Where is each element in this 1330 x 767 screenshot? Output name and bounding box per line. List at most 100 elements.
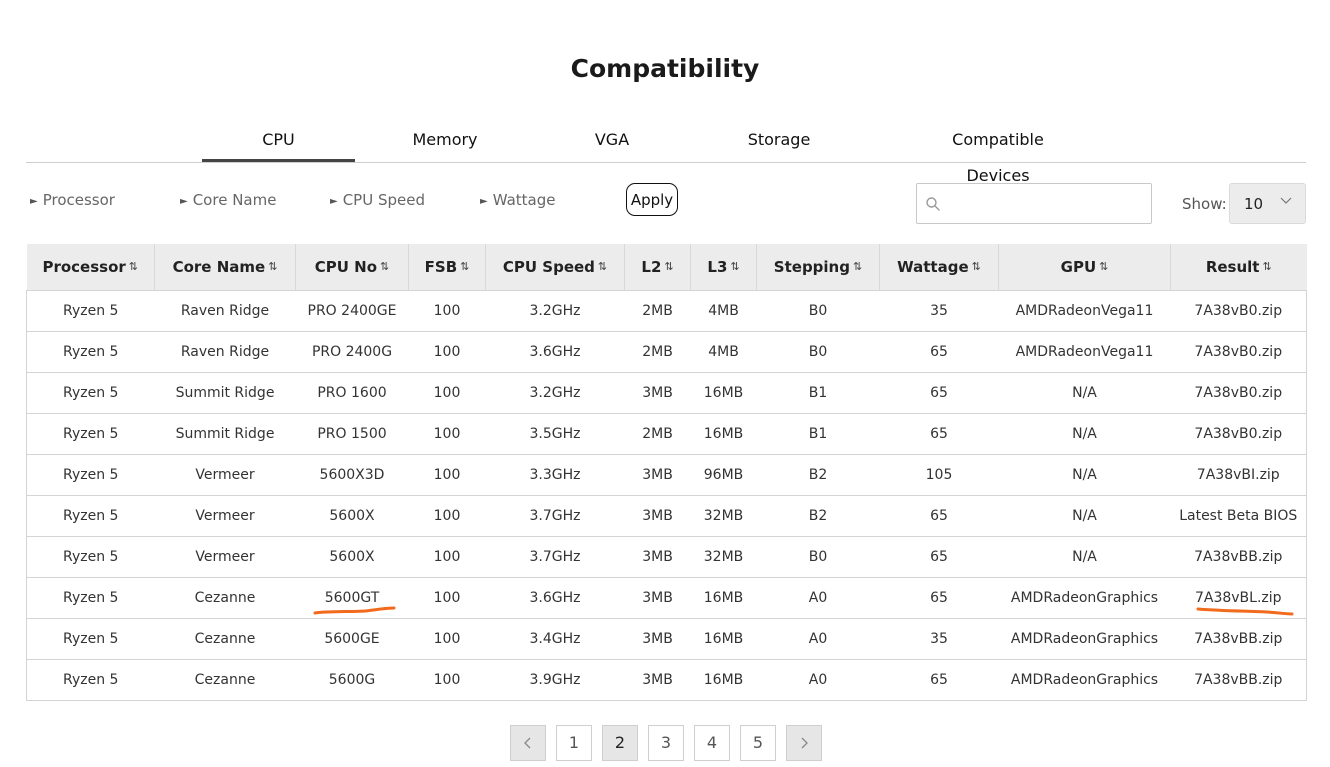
cell-l3: 4MB	[690, 331, 757, 373]
sort-icon: ⇅	[971, 259, 981, 273]
cell-cpu-no: 5600GT	[295, 577, 409, 619]
sort-icon: ⇅	[268, 259, 278, 273]
filter-core-name[interactable]: ► Core Name	[180, 191, 276, 209]
filter-cpu-speed[interactable]: ► CPU Speed	[330, 191, 425, 209]
column-header-wattage[interactable]: Wattage ⇅	[879, 244, 999, 290]
cell-stepping: A0	[756, 577, 880, 619]
page-size-value: 10	[1244, 195, 1264, 213]
page-button-2[interactable]: 2	[602, 725, 638, 761]
sort-icon: ⇅	[597, 259, 608, 273]
cell-processor: Ryzen 5	[26, 372, 155, 414]
cell-gpu: N/A	[998, 536, 1171, 578]
cell-l3: 16MB	[690, 413, 757, 455]
cell-stepping: B0	[756, 536, 880, 578]
cell-wattage: 65	[879, 536, 999, 578]
cell-l3: 16MB	[690, 577, 757, 619]
column-header-fsb[interactable]: FSB ⇅	[408, 244, 486, 290]
cell-l2: 3MB	[624, 536, 691, 578]
cell-processor: Ryzen 5	[26, 618, 155, 660]
table-row: Ryzen 5 Cezanne 5600GE 100 3.4GHz 3MB 16MB A0 35…	[26, 618, 1307, 660]
search-box	[916, 183, 1152, 224]
search-input[interactable]	[947, 184, 1147, 223]
table-row: Ryzen 5 Summit Ridge PRO 1500 100 3.5GHz 2MB 1…	[26, 413, 1307, 455]
tab-memory[interactable]: Memory	[396, 122, 494, 162]
tab-bar: CPU Memory VGA Storage Compatible Device…	[26, 122, 1306, 185]
cell-l2: 3MB	[624, 577, 691, 619]
cell-result: 7A38vB0.zip	[1170, 413, 1307, 455]
table-row: Ryzen 5 Vermeer 5600X 100 3.7GHz 3MB 32MB B2 65 N…	[26, 495, 1307, 537]
tab-compatible-devices[interactable]: Compatible Devices	[921, 122, 1075, 185]
cell-cpu-no: 5600X	[295, 536, 409, 578]
filter-processor[interactable]: ► Processor	[30, 191, 115, 209]
chevron-left-icon	[524, 737, 531, 749]
cell-l3: 4MB	[690, 289, 757, 332]
cell-stepping: B0	[756, 289, 880, 332]
page-button-5[interactable]: 5	[740, 725, 776, 761]
cell-gpu: N/A	[998, 454, 1171, 496]
page-size-select[interactable]: 10	[1229, 183, 1306, 224]
cell-processor: Ryzen 5	[26, 536, 155, 578]
column-header-processor[interactable]: Processor ⇅	[26, 244, 155, 290]
tab-vga[interactable]: VGA	[579, 122, 645, 162]
cell-cpu-no: PRO 2400GE	[295, 289, 409, 332]
cell-wattage: 65	[879, 372, 999, 414]
cell-wattage: 65	[879, 659, 999, 701]
column-header-stepping[interactable]: Stepping ⇅	[756, 244, 880, 290]
column-header-l3[interactable]: L3 ⇅	[690, 244, 757, 290]
column-header-cpu-speed[interactable]: CPU Speed ⇅	[485, 244, 625, 290]
column-header-core-name[interactable]: Core Name ⇅	[154, 244, 296, 290]
page-button-3[interactable]: 3	[648, 725, 684, 761]
tab-storage[interactable]: Storage	[738, 122, 820, 162]
cell-l3: 96MB	[690, 454, 757, 496]
cell-gpu: N/A	[998, 495, 1171, 537]
cell-fsb: 100	[408, 454, 486, 496]
page-button-4[interactable]: 4	[694, 725, 730, 761]
page-title: Compatibility	[570, 54, 760, 83]
cell-cpu-speed: 3.6GHz	[485, 331, 625, 373]
apply-button[interactable]: Apply	[626, 183, 678, 216]
column-header-gpu[interactable]: GPU ⇅	[998, 244, 1171, 290]
cell-processor: Ryzen 5	[26, 331, 155, 373]
table-header-row: Processor ⇅ Core Name ⇅ CPU No ⇅ FSB ⇅ CPU S…	[26, 244, 1307, 290]
cell-result: Latest Beta BIOS	[1170, 495, 1307, 537]
cell-wattage: 105	[879, 454, 999, 496]
column-header-l2[interactable]: L2 ⇅	[624, 244, 691, 290]
cell-stepping: A0	[756, 618, 880, 660]
tab-cpu[interactable]: CPU	[202, 122, 355, 162]
cell-wattage: 65	[879, 495, 999, 537]
cell-cpu-no: 5600GE	[295, 618, 409, 660]
next-page-button[interactable]	[786, 725, 822, 761]
page-button-1[interactable]: 1	[556, 725, 592, 761]
cell-processor: Ryzen 5	[26, 454, 155, 496]
filter-label: Wattage	[492, 191, 556, 209]
cell-l2: 3MB	[624, 454, 691, 496]
column-header-result[interactable]: Result ⇅	[1170, 244, 1307, 290]
cell-fsb: 100	[408, 659, 486, 701]
cell-l2: 3MB	[624, 495, 691, 537]
cell-cpu-no: PRO 1600	[295, 372, 409, 414]
cell-result: 7A38vBB.zip	[1170, 659, 1307, 701]
cell-cpu-speed: 3.3GHz	[485, 454, 625, 496]
show-label: Show:	[1182, 195, 1227, 213]
cell-gpu: AMDRadeonVega11	[998, 331, 1171, 373]
filter-wattage[interactable]: ► Wattage	[480, 191, 555, 209]
cell-l2: 3MB	[624, 618, 691, 660]
cell-cpu-speed: 3.2GHz	[485, 289, 625, 332]
chevron-right-icon	[801, 737, 808, 749]
cell-l2: 3MB	[624, 372, 691, 414]
cell-l2: 2MB	[624, 331, 691, 373]
cell-wattage: 65	[879, 577, 999, 619]
cell-core-name: Vermeer	[154, 536, 296, 578]
cell-fsb: 100	[408, 536, 486, 578]
cell-cpu-no: 5600X	[295, 495, 409, 537]
cell-l3: 16MB	[690, 659, 757, 701]
table-row: Ryzen 5 Cezanne 5600G 100 3.9GHz 3MB 16MB A0 65 A…	[26, 659, 1307, 701]
cell-stepping: A0	[756, 659, 880, 701]
column-header-label: Processor	[42, 257, 126, 276]
cell-wattage: 35	[879, 618, 999, 660]
cell-result: 7A38vB0.zip	[1170, 372, 1307, 414]
cell-cpu-speed: 3.6GHz	[485, 577, 625, 619]
column-header-cpu-no[interactable]: CPU No ⇅	[295, 244, 409, 290]
previous-page-button[interactable]	[510, 725, 546, 761]
cell-core-name: Summit Ridge	[154, 372, 296, 414]
